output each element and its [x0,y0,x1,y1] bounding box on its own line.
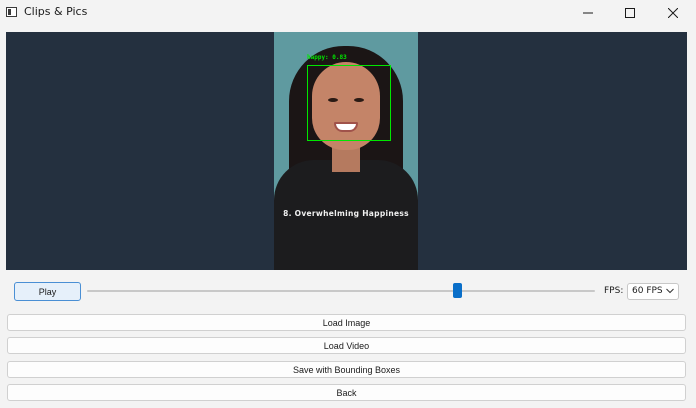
save-bounding-boxes-button[interactable]: Save with Bounding Boxes [7,361,686,378]
fps-dropdown[interactable]: 60 FPS [627,283,679,300]
load-image-button[interactable]: Load Image [7,314,686,331]
title-bar[interactable]: Clips & Pics [0,0,696,25]
load-video-button[interactable]: Load Video [7,337,686,354]
minimize-button[interactable] [565,0,611,25]
fps-label: FPS: [604,286,624,296]
video-display: happy: 0.83 8. Overwhelming Happiness [6,32,687,270]
video-frame: happy: 0.83 8. Overwhelming Happiness [274,32,418,270]
seek-slider-handle[interactable] [453,283,463,298]
fps-selected-value: 60 FPS [632,286,663,296]
maximize-icon [625,7,635,18]
face-bounding-box [307,65,391,141]
back-button[interactable]: Back [7,384,686,401]
chevron-down-icon [666,288,674,294]
close-icon [668,7,678,18]
play-button[interactable]: Play [14,282,81,301]
maximize-button[interactable] [607,0,653,25]
app-window: Clips & Pics happy: 0.83 8. Overwhelming… [0,0,696,408]
emotion-label: happy: 0.83 [307,54,347,61]
seek-slider-track[interactable] [87,290,595,292]
app-window-icon [6,7,17,17]
minimize-icon [583,12,593,13]
video-caption: 8. Overwhelming Happiness [283,209,409,218]
close-button[interactable] [650,0,696,25]
window-title: Clips & Pics [24,5,88,18]
